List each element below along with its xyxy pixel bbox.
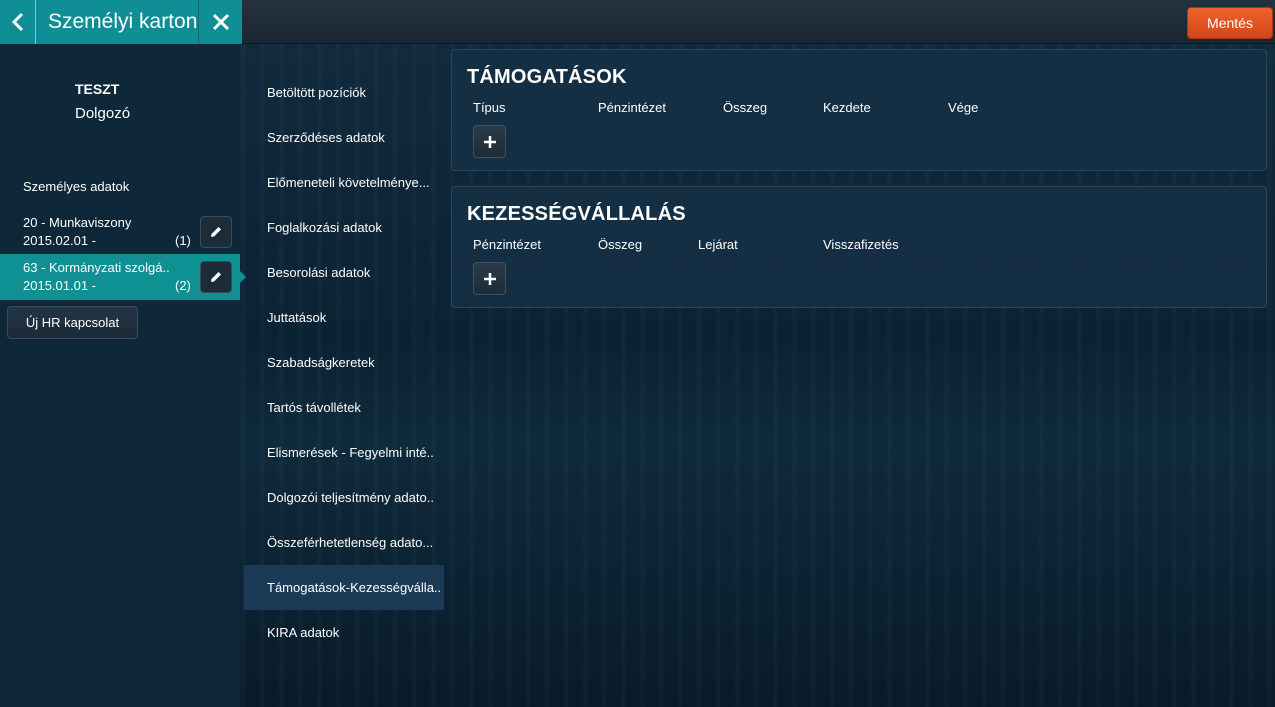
- nav-item[interactable]: Elismerések - Fegyelmi inté..: [244, 436, 444, 468]
- relation-item[interactable]: 20 - Munkaviszony 2015.02.01 - (1): [0, 209, 240, 255]
- nav-item[interactable]: KIRA adatok: [244, 616, 444, 648]
- relation-date: 2015.01.01 -: [23, 278, 97, 293]
- column-header: Pénzintézet: [473, 237, 541, 252]
- column-header: Összeg: [723, 100, 768, 115]
- relation-item[interactable]: 63 - Kormányzati szolgá.. 2015.01.01 - (…: [0, 254, 246, 300]
- section-nav: Betöltött pozíciók Szerződéses adatok El…: [244, 44, 444, 707]
- pencil-icon: [211, 272, 221, 282]
- nav-item[interactable]: Dolgozói teljesítmény adato..: [244, 481, 444, 513]
- nav-item[interactable]: Összeférhetetlenség adato...: [244, 526, 444, 558]
- support-panel: TÁMOGATÁSOK Típus Pénzintézet Összeg Kez…: [451, 49, 1267, 171]
- close-icon: [212, 13, 229, 31]
- nav-item[interactable]: Besorolási adatok: [244, 256, 444, 288]
- support-title: TÁMOGATÁSOK: [467, 66, 627, 88]
- guarantee-title: KEZESSÉGVÁLLALÁS: [467, 203, 686, 225]
- column-header: Pénzintézet: [598, 100, 666, 115]
- new-hr-relation-button[interactable]: Új HR kapcsolat: [7, 306, 138, 339]
- page-title: Személyi karton: [48, 10, 198, 33]
- plus-icon: [483, 135, 496, 148]
- nav-item[interactable]: Szerződéses adatok: [244, 121, 444, 153]
- relation-count: (2): [175, 278, 191, 293]
- relation-title: 20 - Munkaviszony: [23, 215, 132, 230]
- back-button[interactable]: [0, 0, 36, 44]
- nav-item[interactable]: Juttatások: [244, 301, 444, 333]
- column-header: Vége: [948, 100, 979, 115]
- nav-item[interactable]: Foglalkozási adatok: [244, 211, 444, 243]
- person-name: TESZT: [75, 81, 120, 97]
- save-button[interactable]: Mentés: [1187, 7, 1273, 39]
- add-support-button[interactable]: [473, 125, 506, 158]
- column-header: Visszafizetés: [823, 237, 899, 252]
- column-header: Lejárat: [698, 237, 738, 252]
- nav-item[interactable]: Betöltött pozíciók: [244, 76, 444, 108]
- edit-relation-button[interactable]: [200, 261, 232, 293]
- column-header: Összeg: [598, 237, 643, 252]
- pencil-icon: [211, 227, 221, 237]
- relation-count: (1): [175, 233, 191, 248]
- nav-item-active[interactable]: Támogatások-Kezességválla..: [244, 565, 444, 610]
- personal-data-link[interactable]: Személyes adatok: [23, 179, 129, 194]
- column-header: Típus: [473, 100, 506, 115]
- close-button[interactable]: [198, 0, 242, 44]
- nav-item[interactable]: Tartós távollétek: [244, 391, 444, 423]
- relation-title: 63 - Kormányzati szolgá..: [23, 260, 170, 275]
- column-header: Kezdete: [823, 100, 871, 115]
- relation-date: 2015.02.01 -: [23, 233, 97, 248]
- nav-item[interactable]: Előmeneteli követelménye...: [244, 166, 444, 198]
- chevron-left-icon: [11, 12, 23, 32]
- edit-relation-button[interactable]: [200, 216, 232, 248]
- title-block: Személyi karton: [0, 0, 242, 44]
- top-bar: Személyi karton Mentés: [0, 0, 1275, 44]
- person-role: Dolgozó: [75, 105, 131, 122]
- nav-item[interactable]: Szabadságkeretek: [244, 346, 444, 378]
- plus-icon: [483, 272, 496, 285]
- add-guarantee-button[interactable]: [473, 262, 506, 295]
- sidebar: TESZT Dolgozó Személyes adatok 20 - Munk…: [0, 44, 246, 707]
- guarantee-panel: KEZESSÉGVÁLLALÁS Pénzintézet Összeg Lejá…: [451, 186, 1267, 308]
